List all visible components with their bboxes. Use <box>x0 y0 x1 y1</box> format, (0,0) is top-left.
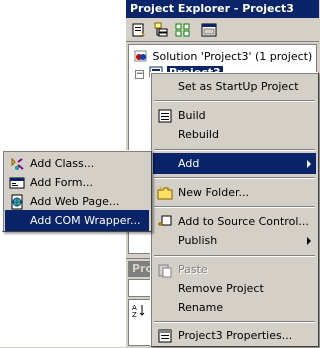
menu-item-build[interactable]: Build <box>153 105 316 126</box>
menu-separator <box>154 177 315 179</box>
paste-icon <box>158 264 172 278</box>
add-submenu: Add Class... Add Form... Add Web Page...… <box>2 150 152 232</box>
menu-item-new-folder[interactable]: New Folder... <box>153 182 316 203</box>
web-page-icon <box>11 194 23 210</box>
show-all-files-icon[interactable] <box>152 21 170 39</box>
menu-item-rebuild[interactable]: Rebuild <box>153 124 316 145</box>
solution-label: Solution 'Project3' (1 project) <box>152 50 313 63</box>
menu-item-project-properties[interactable]: Project3 Properties... <box>153 325 316 346</box>
submenu-arrow-icon <box>307 160 311 168</box>
menu-separator <box>154 321 315 323</box>
new-folder-icon <box>157 186 173 200</box>
alphabetical-icon[interactable]: AZ <box>131 302 147 318</box>
project-context-menu: Set as StartUp Project Build Rebuild Add… <box>150 72 319 347</box>
menu-item-publish[interactable]: Publish <box>153 230 316 251</box>
menu-item-remove-project[interactable]: Remove Project <box>153 278 316 299</box>
svg-text:Z: Z <box>132 311 137 318</box>
menu-item-paste[interactable]: Paste <box>153 259 316 280</box>
class-icon <box>11 157 24 170</box>
menu-item-rename[interactable]: Rename <box>153 297 316 318</box>
collapse-icon[interactable]: − <box>135 70 144 79</box>
menu-separator <box>154 100 315 102</box>
submenu-item-add-com-wrapper[interactable]: Add COM Wrapper... <box>5 210 149 231</box>
submenu-item-add-web-page[interactable]: Add Web Page... <box>5 191 149 212</box>
submenu-arrow-icon <box>307 237 311 245</box>
menu-separator <box>154 255 315 257</box>
build-icon <box>158 109 172 123</box>
explorer-toolbar <box>126 18 319 42</box>
properties-icon <box>158 329 172 343</box>
menu-separator <box>154 149 315 151</box>
menu-item-set-startup[interactable]: Set as StartUp Project <box>153 76 316 97</box>
form-icon <box>9 177 25 189</box>
view-designer-icon[interactable] <box>200 21 218 39</box>
menu-separator <box>154 206 315 208</box>
refresh-icon[interactable] <box>174 21 192 39</box>
source-control-icon <box>158 215 172 226</box>
solution-icon <box>134 50 147 62</box>
properties-icon[interactable] <box>130 21 148 39</box>
submenu-item-add-form[interactable]: Add Form... <box>5 172 149 193</box>
menu-item-add[interactable]: Add <box>153 153 316 174</box>
submenu-item-add-class[interactable]: Add Class... <box>5 153 149 174</box>
menu-item-add-source-control[interactable]: Add to Source Control... <box>153 211 316 232</box>
tree-item-solution[interactable]: Solution 'Project3' (1 project) <box>133 49 312 65</box>
window-title[interactable]: Project Explorer - Project3 <box>126 0 319 18</box>
